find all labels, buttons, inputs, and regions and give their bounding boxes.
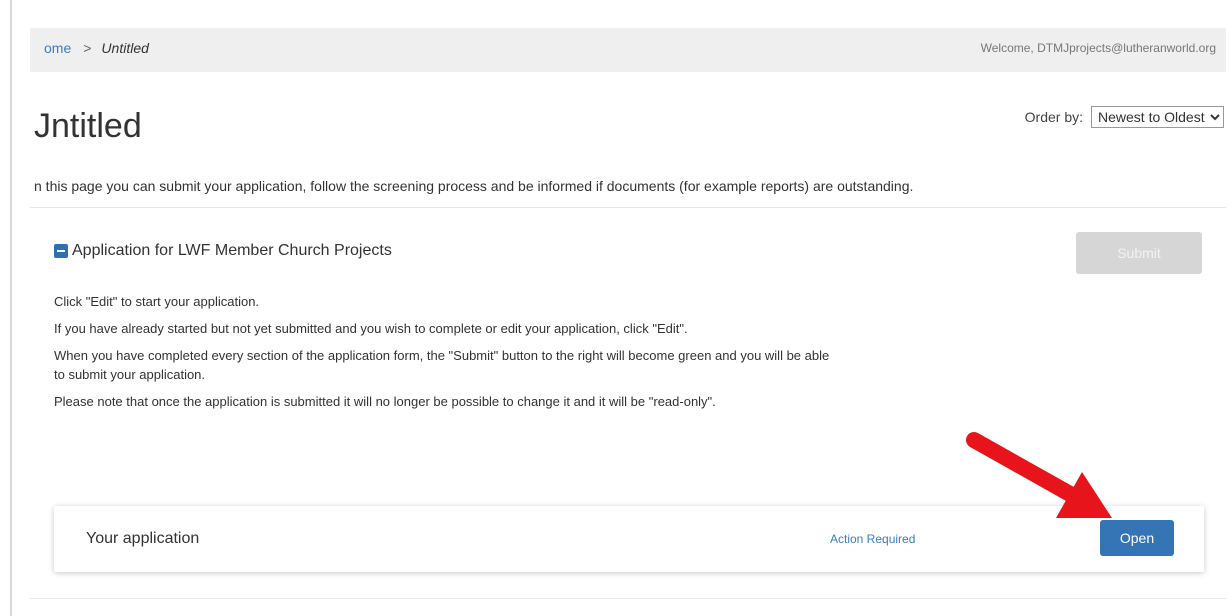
breadcrumb: ome > Untitled xyxy=(44,28,149,72)
application-label: Your application xyxy=(86,530,200,547)
red-arrow-icon xyxy=(966,432,1112,518)
card-header: Application for LWF Member Church Projec… xyxy=(54,242,392,260)
submit-button[interactable]: Submit xyxy=(1076,232,1202,274)
divider xyxy=(30,598,1226,599)
instructions: Click "Edit" to start your application. … xyxy=(54,292,834,419)
instruction-line: When you have completed every section of… xyxy=(54,348,830,382)
order-by-control: Order by: Newest to Oldest xyxy=(1025,106,1224,128)
instruction-line: Please note that once the application is… xyxy=(54,394,716,409)
breadcrumb-home-link[interactable]: ome xyxy=(44,40,71,56)
breadcrumb-current: Untitled xyxy=(101,40,149,56)
breadcrumb-separator: > xyxy=(83,40,92,56)
instruction-line: Click "Edit" to start your application. xyxy=(54,294,260,309)
instruction-line: If you have already started but not yet … xyxy=(54,321,688,336)
top-bar: ome > Untitled Welcome, DTMJprojects@luthe… xyxy=(30,28,1226,72)
page-frame: ome > Untitled Welcome, DTMJprojects@luthe… xyxy=(10,0,1232,616)
status-link[interactable]: Action Required xyxy=(830,506,915,572)
intro-text: n this page you can submit your applicat… xyxy=(34,178,914,194)
page-title: Jntitled xyxy=(34,107,142,145)
minus-square-icon[interactable] xyxy=(54,244,68,258)
welcome-text: Welcome, DTMJprojects@lutheranworld.org xyxy=(980,41,1216,55)
order-by-label: Order by: xyxy=(1024,109,1083,125)
application-card: Application for LWF Member Church Projec… xyxy=(30,208,1226,598)
order-by-select[interactable]: Newest to Oldest xyxy=(1091,106,1224,128)
arrow-shaft xyxy=(966,432,1078,502)
card-title: Application for LWF Member Church Projec… xyxy=(72,242,392,259)
